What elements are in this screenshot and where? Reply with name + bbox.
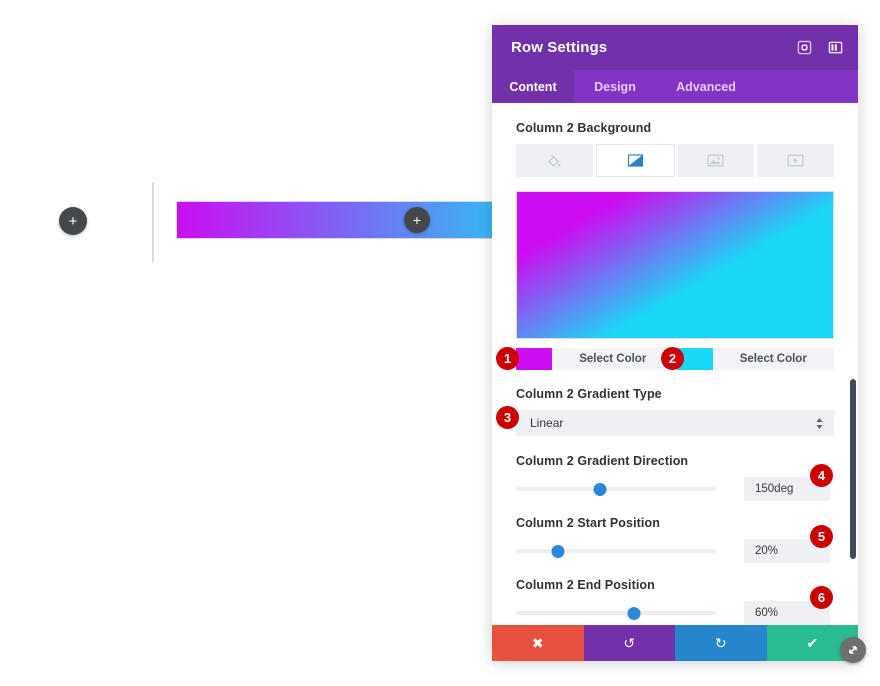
redo-icon: ↻ [714,635,727,651]
paint-bucket-icon [548,154,561,167]
undo-button[interactable]: ↺ [583,625,675,661]
select-color-1-button[interactable]: Select Color [552,348,674,370]
color-swatch-1[interactable] [516,348,552,370]
gradient-icon [627,154,643,167]
gradient-direction-label: Column 2 Gradient Direction [516,454,689,468]
annotation-marker-4: 4 [810,464,833,487]
gradient-end-slider[interactable] [516,604,716,622]
plus-icon: + [412,212,422,228]
tab-advanced[interactable]: Advanced [656,70,756,103]
gradient-direction-block: Column 2 Gradient Direction 150deg [516,454,834,501]
close-icon: ✖ [531,635,544,651]
slider-handle[interactable] [593,482,607,496]
panel-header: Row Settings [492,25,858,70]
background-video-tab[interactable] [757,144,834,177]
row-settings-panel: Row Settings Content Design Advanced Col… [492,25,858,661]
background-type-tabs [516,144,834,177]
row-left-rail [152,182,154,262]
gradient-start-block: Column 2 Start Position 20% [516,516,834,563]
gradient-color-2-cell[interactable]: Select Color [676,348,835,370]
background-image-tab[interactable] [677,144,755,177]
background-gradient-tab[interactable] [595,144,675,177]
slider-track [516,549,716,553]
annotation-marker-6: 6 [810,586,833,609]
gradient-type-select[interactable]: Linear [516,410,834,436]
gradient-type-value: Linear [530,416,564,430]
check-icon: ✔ [806,635,819,651]
slider-track [516,487,716,491]
tab-content[interactable]: Content [492,70,574,103]
header-icon-group [795,39,844,57]
undo-icon: ↺ [623,635,636,651]
cancel-button[interactable]: ✖ [492,625,584,661]
slider-handle[interactable] [551,544,565,558]
gradient-end-label: Column 2 End Position [516,578,655,592]
redo-button[interactable]: ↻ [675,625,767,661]
layout-columns-icon[interactable] [826,39,844,57]
builder-canvas: + + [0,0,556,686]
annotation-marker-5: 5 [810,525,833,548]
tab-design[interactable]: Design [574,70,656,103]
resize-diagonal-icon [849,646,857,654]
add-module-button[interactable]: + [404,207,430,233]
gradient-preview [516,191,834,339]
gradient-direction-slider[interactable] [516,480,716,498]
focus-target-icon[interactable] [795,39,813,57]
column-background-label: Column 2 Background [516,121,652,135]
panel-resize-handle[interactable] [840,637,866,663]
panel-footer: ✖ ↺ ↻ ✔ [492,625,858,661]
add-section-button[interactable]: + [59,207,87,235]
annotation-marker-3: 3 [496,406,519,429]
gradient-start-slider[interactable] [516,542,716,560]
video-icon [787,154,804,167]
gradient-end-block: Column 2 End Position 60% [516,578,834,625]
select-color-2-button[interactable]: Select Color [713,348,835,370]
annotation-marker-2: 2 [661,347,684,370]
gradient-type-label: Column 2 Gradient Type [516,387,662,401]
image-icon [707,154,724,167]
screen-root: + + Row Settings Content Design Advanced… [0,0,880,686]
annotation-marker-1: 1 [496,347,519,370]
background-color-tab[interactable] [516,144,593,177]
gradient-start-label: Column 2 Start Position [516,516,660,530]
plus-icon: + [68,212,78,230]
page-title: Row Settings [511,39,608,56]
slider-handle[interactable] [627,606,641,620]
gradient-color-1-cell[interactable]: Select Color [516,348,674,370]
chevron-updown-icon [815,417,824,430]
panel-scrollbar-thumb[interactable] [850,379,856,559]
slider-track [516,611,716,615]
panel-tab-bar: Content Design Advanced [492,70,858,103]
